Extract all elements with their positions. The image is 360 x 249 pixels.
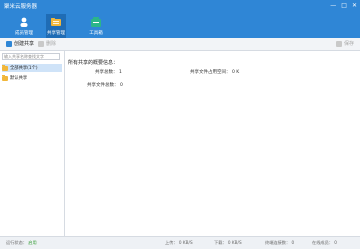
maximize-icon[interactable]: □ [341,2,347,10]
file-count: 共享文件总数： 0 [87,82,123,88]
share-summary-panel: 所有共享的概要信息： 共享总数： 1 共享文件占用空间： 0 K 共享文件总数：… [65,51,360,236]
folder-icon [2,74,8,81]
delete-share-button[interactable]: 删除 [38,40,56,47]
minimize-icon[interactable]: — [330,2,336,10]
running-status: 运行状态： 启用 [6,240,37,246]
delete-icon [38,40,44,47]
space-used-label: 共享文件占用空间： [190,70,231,75]
summary-title: 所有共享的概要信息： [68,60,119,66]
app-title: 聚米云服务器 [4,4,38,10]
close-icon[interactable]: ✕ [352,2,357,10]
share-search-input[interactable]: 输入共享名称查找文字 [2,53,60,60]
folder-share-icon [51,18,61,26]
share-actions-bar: 创建共享 删除 保存 [0,38,360,51]
upload-value: 0 KB/S [178,240,193,245]
download-value: 0 KB/S [227,240,242,245]
download-label: 下载： [214,240,227,245]
share-management-label: 共享管理 [47,31,65,36]
online-value: 0 [334,240,337,245]
toolbox-icon [91,17,101,27]
share-count-label: 共享总数： [95,70,118,75]
running-value: 启用 [28,240,37,245]
save-label: 保存 [343,41,354,47]
tree-item-all-shares[interactable]: 全部共享(1个) [2,64,62,72]
folder-icon [2,64,8,71]
toolbox-label: 工具箱 [89,31,103,36]
share-count: 共享总数： 1 [95,69,122,75]
save-icon [335,40,342,47]
upload-label: 上传： [165,240,178,245]
online-members-status: 在线成员： 0 [312,240,337,246]
share-management-button[interactable]: 共享管理 [46,14,66,38]
window-controls: — □ ✕ [330,2,357,10]
download-status: 下载： 0 KB/S [214,240,242,246]
space-used: 共享文件占用空间： 0 K [190,69,239,75]
file-count-label: 共享文件总数： [87,83,119,88]
member-management-button[interactable]: 成员管理 [14,14,34,38]
connections-status: 终端连接数： 0 [265,240,294,246]
connections-label: 终端连接数： [265,240,291,245]
create-share-label: 创建共享 [14,41,35,47]
upload-status: 上传： 0 KB/S [165,240,193,246]
create-share-button[interactable]: 创建共享 [6,40,34,47]
space-used-value: 0 K [231,70,240,75]
running-label: 运行状态： [6,240,27,245]
tree-item-label: 全部共享(1个) [10,66,38,71]
title-bar: 聚米云服务器 — □ ✕ [0,0,360,14]
share-sidebar: 输入共享名称查找文字 全部共享(1个) 默认共享 [0,51,65,236]
save-button[interactable]: 保存 [335,40,354,47]
tree-item-label: 默认共享 [10,76,28,81]
connections-value: 0 [291,240,295,245]
toolbox-button[interactable]: 工具箱 [86,14,106,38]
status-bar: 运行状态： 启用 上传： 0 KB/S 下载： 0 KB/S 终端连接数： 0 … [0,236,360,249]
delete-label: 删除 [46,41,57,47]
online-label: 在线成员： [312,240,333,245]
plus-icon [6,40,12,47]
member-management-label: 成员管理 [15,31,33,36]
share-count-value: 1 [118,70,122,75]
members-icon [20,17,28,27]
file-count-value: 0 [119,83,123,88]
main-toolbar: 成员管理 共享管理 工具箱 [0,14,360,38]
tree-item-default-share[interactable]: 默认共享 [2,74,62,82]
